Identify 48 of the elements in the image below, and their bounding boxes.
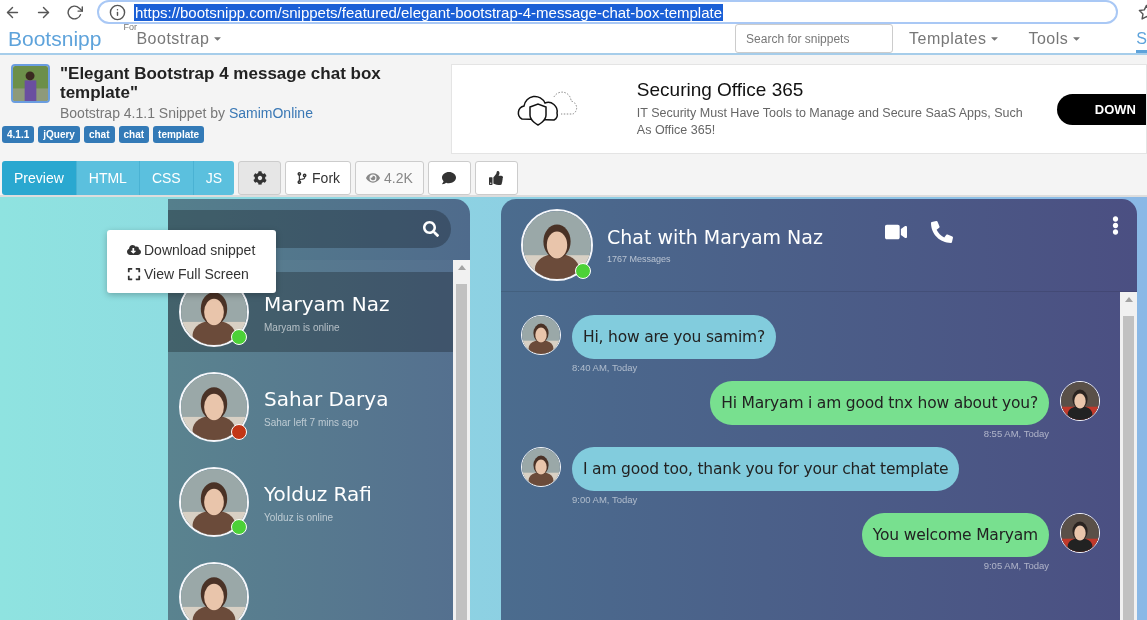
expand-icon (127, 266, 141, 281)
like-button[interactable] (474, 161, 518, 195)
contact-item[interactable]: Sahar Darya Sahar left 7 mins ago (168, 367, 453, 447)
message-time: 9:00 AM, Today (572, 494, 638, 505)
tag[interactable]: jQuery (38, 126, 80, 143)
nav-menu[interactable]: Tools (1028, 29, 1083, 48)
chat-title: Chat with Maryam Naz (607, 226, 823, 248)
tag[interactable]: chat (118, 126, 150, 143)
tag[interactable]: chat (83, 126, 115, 143)
settings-button[interactable] (238, 161, 282, 195)
search-icon (423, 221, 439, 237)
view-tab[interactable]: Preview (2, 161, 77, 195)
branch-icon (296, 172, 309, 184)
reload-icon[interactable] (66, 3, 83, 21)
message-count: 1767 Messages (607, 254, 672, 264)
message-time: 8:40 AM, Today (572, 362, 638, 373)
byline: Bootstrap 4.1.1 Snippet by SamimOnline (60, 105, 314, 121)
message-time: 8:55 AM, Today (983, 428, 1049, 439)
snippet-title: "Elegant Bootstrap 4 message chat box template" (60, 64, 382, 102)
menu-item[interactable]: Download snippet (127, 241, 276, 258)
ad-title: Securing Office 365 (636, 79, 805, 101)
tag[interactable]: template (153, 126, 205, 143)
ad-text: IT Security Must Have Tools to Manage and Secure SaaS Apps, Such As Office 365! (636, 105, 1024, 139)
message-time: 9:05 AM, Today (983, 560, 1049, 571)
download-button[interactable]: DOWN (1056, 93, 1146, 125)
address-bar[interactable]: https://bootsnipp.com/snippets/featured/elegant-bootstrap-4-message-chat-box-template (97, 0, 1118, 24)
settings-icon (252, 171, 267, 185)
speech-bubble-icon (442, 171, 457, 185)
tag[interactable]: 4.1.1 (2, 126, 35, 143)
contact-item[interactable]: Yolduz Rafi Yolduz is online (168, 462, 453, 542)
for-label: For (123, 21, 137, 32)
message-bubble: I am good too, thank you for your chat template (572, 447, 960, 491)
info-icon (109, 3, 126, 21)
brand-link[interactable]: Bootsnipp (8, 26, 102, 51)
message-bubble: Hi, how are you samim? (572, 315, 777, 359)
message-bubble: Hi Maryam i am good tnx how about you? (710, 381, 1049, 425)
eye-icon (366, 171, 381, 185)
author-link[interactable]: SamimOnline (228, 105, 313, 121)
nav-menu[interactable]: Templates (909, 29, 1001, 48)
phone-icon[interactable] (930, 221, 953, 243)
search-field[interactable]: Search for snippets (735, 24, 894, 53)
fork-button[interactable]: Fork (285, 161, 352, 195)
thumbs-up-icon (489, 171, 504, 185)
cloud-download-icon (127, 242, 141, 257)
message-bubble: You welcome Maryam (861, 513, 1049, 557)
framework-menu[interactable]: Bootstrap (136, 29, 224, 48)
comment-button[interactable] (427, 161, 471, 195)
views-button[interactable]: 4.2K (355, 161, 424, 195)
